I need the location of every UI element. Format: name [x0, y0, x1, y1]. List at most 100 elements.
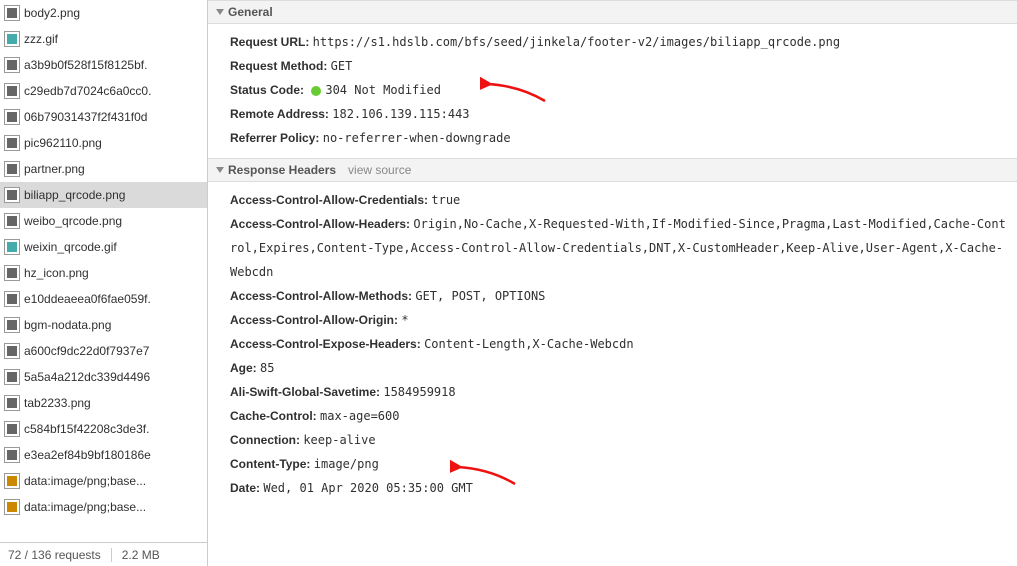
header-key: Age:: [230, 361, 260, 375]
request-name: 5a5a4a212dc339d4496: [24, 370, 150, 384]
request-name: partner.png: [24, 162, 85, 176]
request-list-sidebar: body2.png zzz.gif a3b9b0f528f15f8125bf. c29…: [0, 0, 208, 566]
request-item[interactable]: data:image/png;base...: [0, 494, 207, 520]
request-item[interactable]: c584bf15f42208c3de3f.: [0, 416, 207, 442]
header-value: GET: [331, 59, 353, 73]
file-type-icon: [4, 499, 20, 515]
request-list[interactable]: body2.png zzz.gif a3b9b0f528f15f8125bf. c29…: [0, 0, 207, 542]
header-key: Cache-Control:: [230, 409, 320, 423]
request-name: e10ddeaeea0f6fae059f.: [24, 292, 151, 306]
request-name: c584bf15f42208c3de3f.: [24, 422, 149, 436]
header-value: Wed, 01 Apr 2020 05:35:00 GMT: [263, 481, 473, 495]
header-value: GET, POST, OPTIONS: [415, 289, 545, 303]
request-name: data:image/png;base...: [24, 500, 146, 514]
file-type-icon: [4, 213, 20, 229]
file-type-icon: [4, 109, 20, 125]
header-key: Request URL:: [230, 35, 313, 49]
header-row: Access-Control-Allow-Methods: GET, POST,…: [230, 284, 1007, 308]
request-item[interactable]: a3b9b0f528f15f8125bf.: [0, 52, 207, 78]
header-value: *: [401, 313, 408, 327]
header-value: Content-Length,X-Cache-Webcdn: [424, 337, 634, 351]
header-value: https://s1.hdslb.com/bfs/seed/jinkela/fo…: [313, 35, 840, 49]
file-type-icon: [4, 395, 20, 411]
general-section-body: Request URL: https://s1.hdslb.com/bfs/se…: [208, 24, 1017, 158]
chevron-down-icon: [216, 167, 224, 173]
header-row: Referrer Policy: no-referrer-when-downgr…: [230, 126, 1007, 150]
response-headers-title: Response Headers: [228, 163, 336, 177]
view-source-link[interactable]: view source: [348, 163, 411, 177]
header-key: Access-Control-Allow-Origin:: [230, 313, 401, 327]
header-key: Access-Control-Expose-Headers:: [230, 337, 424, 351]
request-item[interactable]: 5a5a4a212dc339d4496: [0, 364, 207, 390]
request-name: a600cf9dc22d0f7937e7: [24, 344, 149, 358]
header-key: Access-Control-Allow-Methods:: [230, 289, 415, 303]
header-value: true: [431, 193, 460, 207]
transfer-size: 2.2 MB: [122, 548, 160, 562]
request-item[interactable]: data:image/png;base...: [0, 468, 207, 494]
request-item[interactable]: zzz.gif: [0, 26, 207, 52]
request-item[interactable]: partner.png: [0, 156, 207, 182]
header-row: Ali-Swift-Global-Savetime: 1584959918: [230, 380, 1007, 404]
header-row: Remote Address: 182.106.139.115:443: [230, 102, 1007, 126]
status-bar: 72 / 136 requests 2.2 MB: [0, 542, 207, 566]
response-headers-section-body: Access-Control-Allow-Credentials: true Ac…: [208, 182, 1017, 508]
request-item[interactable]: e3ea2ef84b9bf180186e: [0, 442, 207, 468]
header-value: max-age=600: [320, 409, 399, 423]
header-row: Request URL: https://s1.hdslb.com/bfs/se…: [230, 30, 1007, 54]
file-type-icon: [4, 291, 20, 307]
file-type-icon: [4, 5, 20, 21]
request-name: hz_icon.png: [24, 266, 89, 280]
request-name: bgm-nodata.png: [24, 318, 111, 332]
general-section-header[interactable]: General: [208, 0, 1017, 24]
request-item[interactable]: pic962110.png: [0, 130, 207, 156]
header-value: 85: [260, 361, 274, 375]
request-name: c29edb7d7024c6a0cc0.: [24, 84, 151, 98]
header-key: Access-Control-Allow-Credentials:: [230, 193, 431, 207]
request-name: e3ea2ef84b9bf180186e: [24, 448, 151, 462]
header-row: Connection: keep-alive: [230, 428, 1007, 452]
request-name: body2.png: [24, 6, 80, 20]
file-type-icon: [4, 343, 20, 359]
header-value: 182.106.139.115:443: [332, 107, 469, 121]
chevron-down-icon: [216, 9, 224, 15]
header-row: Access-Control-Allow-Origin: *: [230, 308, 1007, 332]
request-item[interactable]: c29edb7d7024c6a0cc0.: [0, 78, 207, 104]
file-type-icon: [4, 421, 20, 437]
request-item[interactable]: 06b79031437f2f431f0d: [0, 104, 207, 130]
file-type-icon: [4, 317, 20, 333]
request-item[interactable]: bgm-nodata.png: [0, 312, 207, 338]
request-item[interactable]: biliapp_qrcode.png: [0, 182, 207, 208]
general-title: General: [228, 5, 273, 19]
request-item[interactable]: weixin_qrcode.gif: [0, 234, 207, 260]
response-headers-section-header[interactable]: Response Headers view source: [208, 158, 1017, 182]
header-row: Access-Control-Allow-Headers: Origin,No-…: [230, 212, 1007, 284]
header-key: Access-Control-Allow-Headers:: [230, 217, 413, 231]
request-item[interactable]: body2.png: [0, 0, 207, 26]
request-name: a3b9b0f528f15f8125bf.: [24, 58, 147, 72]
header-key: Content-Type:: [230, 457, 314, 471]
header-row: Content-Type: image/png: [230, 452, 1007, 476]
header-key: Remote Address:: [230, 107, 332, 121]
request-name: biliapp_qrcode.png: [24, 188, 125, 202]
file-type-icon: [4, 83, 20, 99]
header-value: image/png: [314, 457, 379, 471]
header-value: 304 Not Modified: [325, 83, 441, 97]
header-value: keep-alive: [303, 433, 375, 447]
request-item[interactable]: e10ddeaeea0f6fae059f.: [0, 286, 207, 312]
file-type-icon: [4, 239, 20, 255]
header-row: Age: 85: [230, 356, 1007, 380]
request-item[interactable]: a600cf9dc22d0f7937e7: [0, 338, 207, 364]
file-type-icon: [4, 135, 20, 151]
request-item[interactable]: hz_icon.png: [0, 260, 207, 286]
header-row: Access-Control-Expose-Headers: Content-L…: [230, 332, 1007, 356]
request-item[interactable]: tab2233.png: [0, 390, 207, 416]
header-row: Status Code: 304 Not Modified: [230, 78, 1007, 102]
request-item[interactable]: weibo_qrcode.png: [0, 208, 207, 234]
header-value: no-referrer-when-downgrade: [323, 131, 511, 145]
request-name: tab2233.png: [24, 396, 91, 410]
header-value: 1584959918: [383, 385, 455, 399]
file-type-icon: [4, 187, 20, 203]
divider: [111, 548, 112, 562]
request-name: 06b79031437f2f431f0d: [24, 110, 147, 124]
file-type-icon: [4, 161, 20, 177]
